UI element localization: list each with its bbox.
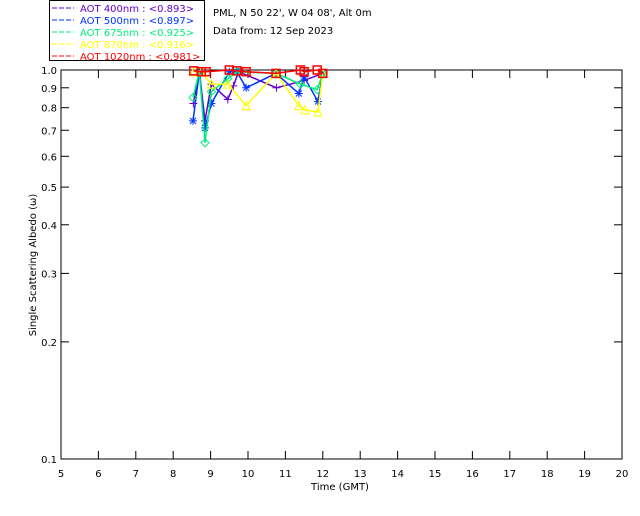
x-tick-label: 19: [578, 469, 591, 480]
x-tick-label: 9: [207, 469, 213, 480]
y-tick-label: 0.3: [41, 269, 57, 280]
chart-title-line-1: PML, N 50 22', W 04 08', Alt 0m: [213, 8, 372, 19]
legend-entry: AOT 400nm : <0.893>: [80, 4, 194, 15]
series-line: [193, 69, 324, 75]
legend: AOT 400nm : <0.893>AOT 500nm : <0.897>AO…: [49, 0, 205, 63]
chart-container: AOT 400nm : <0.893> AOT 500nm : <0.897> AO…: [0, 0, 640, 512]
x-tick-label: 20: [616, 469, 629, 480]
x-tick-label: 13: [354, 469, 367, 480]
x-tick-label: 6: [95, 469, 101, 480]
legend-entry: AOT 500nm : <0.897>: [80, 16, 194, 27]
series-group: [189, 65, 328, 79]
y-tick-label: 0.1: [41, 455, 57, 466]
x-tick-label: 12: [316, 469, 329, 480]
y-tick-label: 0.2: [41, 338, 57, 349]
y-tick-label: 0.5: [41, 183, 57, 194]
albedo-chart: AOT 400nm : <0.893>AOT 500nm : <0.897>AO…: [28, 0, 629, 493]
asterisk-marker: [294, 89, 303, 98]
x-tick-label: 7: [133, 469, 139, 480]
x-tick-label: 16: [466, 469, 479, 480]
y-tick-label: 1.0: [41, 66, 57, 77]
y-tick-label: 0.6: [41, 152, 57, 163]
y-tick-label: 0.8: [41, 104, 57, 115]
plot-frame: [60, 69, 623, 460]
x-tick-label: 18: [541, 469, 554, 480]
legend-entry: AOT 870nm : <0.916>: [80, 40, 194, 51]
x-axis-label: Time (GMT): [310, 482, 369, 493]
x-tick-label: 8: [170, 469, 176, 480]
y-tick-label: 0.7: [41, 126, 57, 137]
x-tick-label: 10: [242, 469, 255, 480]
chart-title-line-2: Data from: 12 Sep 2023: [213, 26, 333, 37]
y-tick-label: 0.9: [41, 84, 57, 95]
x-tick-label: 15: [429, 469, 442, 480]
legend-entry: AOT 1020nm : <0.981>: [80, 52, 200, 63]
asterisk-marker: [242, 83, 251, 92]
legend-entry: AOT 675nm : <0.925>: [80, 28, 194, 39]
plus-marker: [272, 83, 281, 92]
x-tick-label: 5: [58, 469, 64, 480]
x-tick-label: 17: [503, 469, 516, 480]
x-tick-label: 14: [391, 469, 404, 480]
y-axis-label: Single Scattering Albedo (ω): [28, 194, 39, 337]
asterisk-marker: [313, 97, 322, 106]
x-tick-label: 11: [279, 469, 292, 480]
asterisk-marker: [207, 99, 216, 108]
asterisk-marker: [189, 116, 198, 125]
y-tick-label: 0.4: [41, 221, 57, 232]
